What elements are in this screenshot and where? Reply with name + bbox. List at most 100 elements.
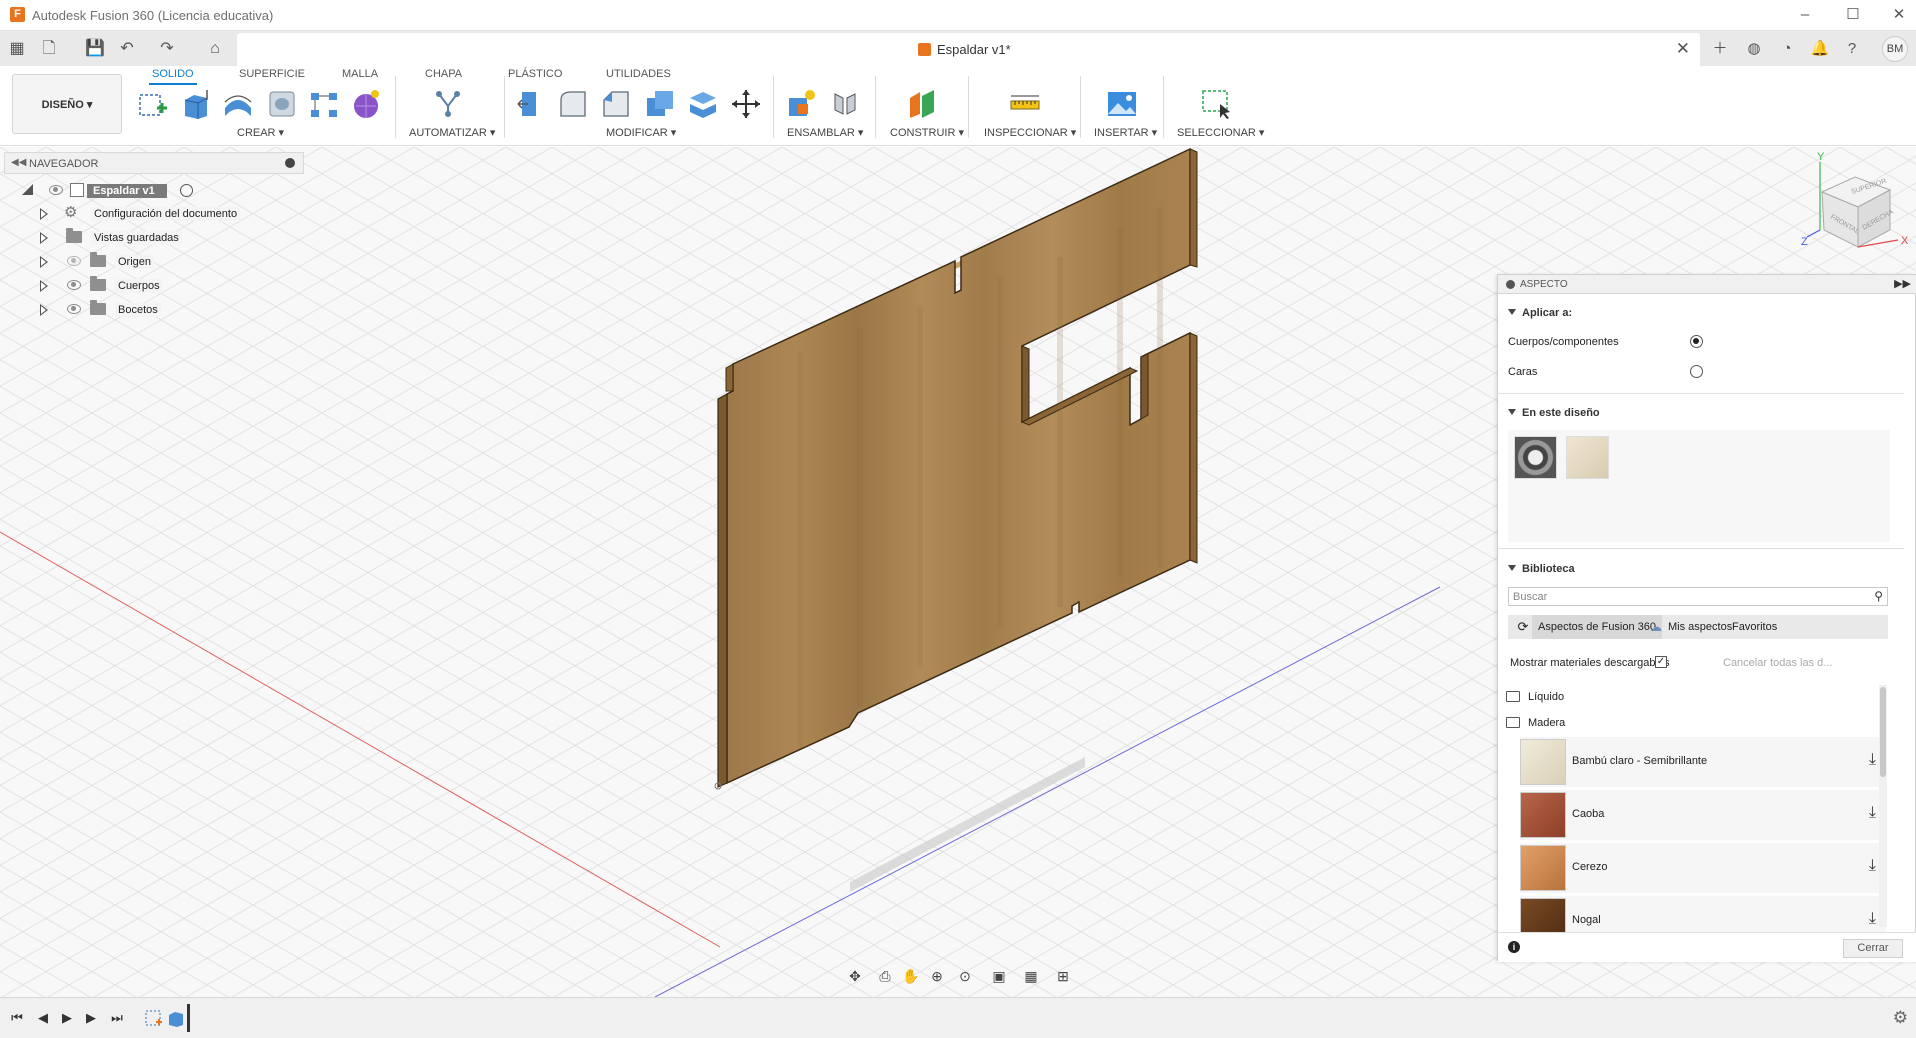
scrollbar-thumb[interactable]	[1880, 687, 1886, 777]
minimize-panel-icon[interactable]	[285, 158, 295, 168]
press-pull-icon[interactable]	[514, 88, 546, 120]
appearance-panel-header[interactable]: ASPECTO ▶▶	[1498, 275, 1916, 294]
pattern-icon[interactable]	[308, 88, 340, 120]
group-seleccionar[interactable]: SELECCIONAR ▾	[1177, 126, 1264, 139]
tab-chapa[interactable]: CHAPA	[422, 68, 465, 83]
material-row[interactable]: Caoba ⤓	[1520, 790, 1886, 840]
timeline-sketch-feature-icon[interactable]	[144, 1008, 164, 1028]
material-row[interactable]: Nogal ⤓	[1520, 896, 1886, 932]
expand-arrow-icon[interactable]	[40, 304, 48, 316]
move-icon[interactable]	[730, 88, 762, 120]
tab-utilidades[interactable]: UTILIDADES	[603, 68, 674, 83]
category-madera[interactable]: Madera	[1506, 715, 1656, 733]
in-design-section-title[interactable]: En este diseño	[1508, 407, 1600, 419]
close-window-button[interactable]: ✕	[1884, 4, 1914, 26]
create-sketch-icon[interactable]	[137, 88, 169, 120]
select-window-icon[interactable]	[1200, 88, 1232, 120]
hidden-eye-icon[interactable]	[67, 256, 81, 266]
material-row[interactable]: Cerezo ⤓	[1520, 843, 1886, 893]
timeline-marker[interactable]	[187, 1004, 190, 1032]
workspace-switcher-button[interactable]: DISEÑO ▾	[12, 74, 122, 134]
download-icon[interactable]: ⤓	[1869, 804, 1876, 822]
maximize-button[interactable]: ☐	[1838, 4, 1868, 26]
cancel-all-downloads-link[interactable]: Cancelar todas las d...	[1723, 657, 1832, 669]
notifications-bell-icon[interactable]: 🔔	[1808, 37, 1832, 61]
shell-icon[interactable]	[643, 88, 675, 120]
save-icon[interactable]: 💾	[84, 38, 106, 60]
group-insertar[interactable]: INSERTAR ▾	[1094, 126, 1157, 139]
swatch-metal-chrome[interactable]	[1514, 436, 1557, 479]
joint-icon[interactable]	[829, 88, 861, 120]
navigator-item-configuracion[interactable]: ⚙ Configuración del documento	[40, 205, 260, 223]
home-icon[interactable]: ⌂	[204, 38, 226, 60]
timeline-play-icon[interactable]: ▶	[56, 1008, 78, 1028]
expanded-triangle-icon[interactable]	[22, 184, 33, 195]
category-liquido[interactable]: Líquido	[1506, 689, 1656, 707]
new-component-icon[interactable]	[786, 88, 818, 120]
extrude-icon[interactable]	[180, 88, 212, 120]
navigator-item-bocetos[interactable]: Bocetos	[40, 300, 260, 319]
revolve-icon[interactable]	[222, 88, 254, 120]
search-icon[interactable]: ⚲	[1874, 589, 1883, 603]
create-form-icon[interactable]	[350, 88, 382, 120]
expand-panel-icon[interactable]: ▶▶	[1894, 277, 1911, 290]
group-ensamblar[interactable]: ENSAMBLAR ▾	[787, 126, 863, 139]
data-panel-grid-icon[interactable]: ▦	[6, 38, 28, 60]
tab-plastico[interactable]: PLÁSTICO	[505, 68, 565, 83]
automate-icon[interactable]	[432, 88, 464, 120]
pan-hand-icon[interactable]: ✋	[899, 966, 923, 986]
timeline-last-icon[interactable]: ⏭	[106, 1008, 128, 1028]
file-menu-icon[interactable]: 🗋	[38, 38, 60, 60]
minimize-button[interactable]: –	[1790, 4, 1820, 26]
close-panel-button[interactable]: Cerrar	[1843, 939, 1903, 958]
grid-snap-icon[interactable]: ▦	[1019, 966, 1043, 986]
look-at-icon[interactable]: ⎙	[873, 966, 897, 986]
group-automatizar[interactable]: AUTOMATIZAR ▾	[409, 126, 495, 139]
viewports-icon[interactable]: ⊞	[1051, 966, 1075, 986]
job-status-icon[interactable]: ◔	[1775, 37, 1799, 61]
apply-bodies-radio[interactable]	[1690, 335, 1703, 348]
orbit-icon[interactable]: ✥	[843, 966, 867, 986]
apply-faces-radio[interactable]	[1690, 365, 1703, 378]
navigator-root-row[interactable]: Espaldar v1	[22, 182, 222, 200]
tab-favorites[interactable]: Favoritos	[1732, 615, 1777, 639]
library-search-input[interactable]: Buscar ⚲	[1508, 587, 1888, 606]
timeline-prev-icon[interactable]: ◀	[32, 1008, 54, 1028]
material-row[interactable]: Bambú claro - Semibrillante ⤓	[1520, 737, 1886, 787]
redo-icon[interactable]: ↷	[156, 38, 178, 60]
group-modificar[interactable]: MODIFICAR ▾	[606, 126, 676, 139]
panel-minimize-icon[interactable]	[1506, 280, 1515, 289]
swatch-wood-bamboo[interactable]	[1566, 436, 1609, 479]
group-construir[interactable]: CONSTRUIR ▾	[890, 126, 964, 139]
tab-malla[interactable]: MALLA	[339, 68, 381, 83]
expand-arrow-icon[interactable]	[40, 280, 48, 292]
timeline-first-icon[interactable]: ⏮	[6, 1008, 28, 1028]
timeline-next-icon[interactable]: ▶	[80, 1008, 102, 1028]
insert-image-icon[interactable]	[1106, 88, 1138, 120]
apply-to-section-title[interactable]: Aplicar a:	[1508, 307, 1572, 319]
zoom-icon[interactable]: ⊕	[925, 966, 949, 986]
library-section-title[interactable]: Biblioteca	[1508, 563, 1575, 575]
undo-icon[interactable]: ↶	[116, 38, 138, 60]
expand-arrow-icon[interactable]	[40, 256, 48, 268]
download-icon[interactable]: ⤓	[1869, 857, 1876, 875]
visibility-eye-icon[interactable]	[49, 185, 63, 195]
navigator-item-origen[interactable]: Origen	[40, 252, 260, 271]
show-downloadable-checkbox[interactable]: ✓	[1655, 656, 1667, 668]
help-icon[interactable]: ?	[1840, 37, 1864, 61]
split-body-icon[interactable]	[687, 88, 719, 120]
group-crear[interactable]: CREAR ▾	[237, 126, 284, 139]
fillet-icon[interactable]	[557, 88, 589, 120]
expand-arrow-icon[interactable]	[40, 232, 48, 244]
display-settings-icon[interactable]: ▣	[987, 966, 1011, 986]
download-icon[interactable]: ⤓	[1869, 910, 1876, 928]
offset-plane-icon[interactable]	[906, 88, 938, 120]
navigator-header[interactable]: ◀◀ NAVEGADOR	[4, 152, 304, 174]
measure-icon[interactable]	[1009, 88, 1041, 120]
close-tab-icon[interactable]: ✕	[1676, 39, 1690, 59]
chamfer-icon[interactable]	[600, 88, 632, 120]
collapse-panel-icon[interactable]: ◀◀	[11, 157, 26, 168]
new-tab-icon[interactable]: ＋	[1708, 37, 1732, 61]
timeline-settings-gear-icon[interactable]: ⚙	[1893, 1008, 1908, 1028]
expand-arrow-icon[interactable]	[40, 208, 48, 220]
